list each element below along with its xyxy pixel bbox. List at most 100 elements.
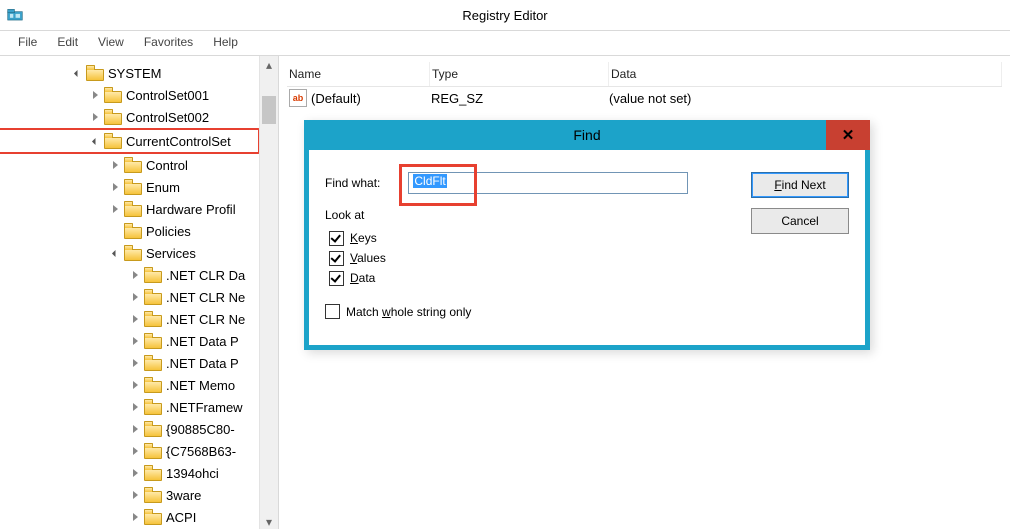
toggle-icon[interactable] xyxy=(128,312,142,326)
tree-node-enum[interactable]: Enum xyxy=(0,176,260,198)
tree-label: {90885C80- xyxy=(166,422,235,437)
folder-icon xyxy=(124,157,142,173)
main-split: SYSTEM ControlSet001 ControlSet002 Curre… xyxy=(0,56,1010,529)
menu-view[interactable]: View xyxy=(88,31,134,55)
tree-node-services[interactable]: Services xyxy=(0,242,260,264)
regedit-icon xyxy=(6,6,24,24)
checkbox-icon xyxy=(329,251,344,266)
tree-node-service[interactable]: .NET CLR Ne xyxy=(0,286,260,308)
folder-icon xyxy=(124,201,142,217)
tree-node-service[interactable]: {C7568B63- xyxy=(0,440,260,462)
toggle-icon[interactable] xyxy=(128,268,142,282)
menu-favorites[interactable]: Favorites xyxy=(134,31,203,55)
checkbox-icon xyxy=(329,231,344,246)
reg-sz-icon: ab xyxy=(289,89,307,107)
find-what-input[interactable]: CldFlt xyxy=(408,172,688,194)
col-header-type[interactable]: Type xyxy=(430,62,609,86)
toggle-icon[interactable] xyxy=(128,356,142,370)
toggle-icon[interactable] xyxy=(128,466,142,480)
tree-node-service[interactable]: .NET CLR Da xyxy=(0,264,260,286)
tree-label: .NETFramew xyxy=(166,400,243,415)
list-header: Name Type Data xyxy=(287,62,1002,87)
checkbox-icon xyxy=(329,271,344,286)
checkbox-values[interactable]: Values xyxy=(325,248,849,268)
toggle-icon[interactable] xyxy=(128,378,142,392)
folder-icon xyxy=(86,65,104,81)
tree-node-service[interactable]: 1394ohci xyxy=(0,462,260,484)
tree-node-service[interactable]: .NET Memo xyxy=(0,374,260,396)
folder-icon xyxy=(104,109,122,125)
tree-label: Control xyxy=(146,158,188,173)
checkbox-data[interactable]: Data xyxy=(325,268,849,288)
toggle-icon[interactable] xyxy=(108,202,122,216)
scroll-up-icon[interactable]: ▴ xyxy=(260,56,278,74)
close-icon: ✕ xyxy=(842,126,855,144)
tree-node-service[interactable]: .NET Data P xyxy=(0,330,260,352)
col-header-name[interactable]: Name xyxy=(287,62,430,86)
find-title-text: Find xyxy=(573,127,600,143)
button-label: ind Next xyxy=(782,178,826,192)
toggle-icon[interactable] xyxy=(88,110,102,124)
folder-icon xyxy=(144,289,162,305)
toggle-icon[interactable] xyxy=(128,488,142,502)
toggle-icon[interactable] xyxy=(108,180,122,194)
tree-node-service[interactable]: .NETFramew xyxy=(0,396,260,418)
folder-icon xyxy=(144,377,162,393)
tree-node-controlset001[interactable]: ControlSet001 xyxy=(0,84,260,106)
list-row[interactable]: ab (Default) REG_SZ (value not set) xyxy=(287,87,1002,109)
scroll-down-icon[interactable]: ▾ xyxy=(260,513,278,529)
value-name: (Default) xyxy=(311,91,361,106)
menu-help[interactable]: Help xyxy=(203,31,248,55)
folder-icon xyxy=(144,487,162,503)
toggle-icon[interactable] xyxy=(88,88,102,102)
toggle-icon[interactable] xyxy=(108,246,122,260)
toggle-icon[interactable] xyxy=(70,66,84,80)
tree-label: .NET Data P xyxy=(166,334,239,349)
checkbox-match-whole[interactable]: Match whole string only xyxy=(325,304,849,319)
tree-node-service[interactable]: .NET Data P xyxy=(0,352,260,374)
tree-label: CurrentControlSet xyxy=(126,134,231,149)
folder-icon xyxy=(124,245,142,261)
tree-node-service[interactable]: ACPI xyxy=(0,506,260,528)
toggle-icon[interactable] xyxy=(128,290,142,304)
cancel-button[interactable]: Cancel xyxy=(751,208,849,234)
toggle-icon[interactable] xyxy=(128,400,142,414)
toggle-icon[interactable] xyxy=(128,422,142,436)
tree-pane: SYSTEM ControlSet001 ControlSet002 Curre… xyxy=(0,56,279,529)
tree-node-service[interactable]: .NET CLR Ne xyxy=(0,308,260,330)
tree-node-hardware-profiles[interactable]: Hardware Profil xyxy=(0,198,260,220)
checkbox-label: alues xyxy=(357,251,386,265)
find-next-button[interactable]: Find Next xyxy=(751,172,849,198)
tree-label: .NET CLR Ne xyxy=(166,312,245,327)
folder-icon xyxy=(144,509,162,525)
scroll-thumb[interactable] xyxy=(262,96,276,124)
folder-icon xyxy=(124,223,142,239)
toggle-icon[interactable] xyxy=(108,158,122,172)
toggle-icon[interactable] xyxy=(128,510,142,524)
tree-scrollbar[interactable]: ▴ ▾ xyxy=(259,56,278,529)
menu-edit[interactable]: Edit xyxy=(47,31,88,55)
tree-node-control[interactable]: Control xyxy=(0,154,260,176)
checkbox-label: ata xyxy=(359,271,376,285)
find-titlebar[interactable]: Find ✕ xyxy=(304,120,870,150)
tree-label: ControlSet002 xyxy=(126,110,209,125)
menu-file[interactable]: File xyxy=(8,31,47,55)
close-button[interactable]: ✕ xyxy=(826,120,870,150)
folder-icon xyxy=(104,87,122,103)
toggle-icon[interactable] xyxy=(128,334,142,348)
toggle-icon[interactable] xyxy=(128,444,142,458)
tree-node-service[interactable]: {90885C80- xyxy=(0,418,260,440)
tree-node-system[interactable]: SYSTEM xyxy=(0,62,260,84)
col-header-data[interactable]: Data xyxy=(609,62,1002,86)
toggle-icon[interactable] xyxy=(88,134,102,148)
tree-node-currentcontrolset[interactable]: CurrentControlSet xyxy=(0,128,260,154)
tree-node-service[interactable]: 3ware xyxy=(0,484,260,506)
value-type: REG_SZ xyxy=(429,91,607,106)
tree-node-controlset002[interactable]: ControlSet002 xyxy=(0,106,260,128)
tree-label: .NET CLR Ne xyxy=(166,290,245,305)
folder-icon xyxy=(104,133,122,149)
tree-node-policies[interactable]: Policies xyxy=(0,220,260,242)
folder-icon xyxy=(144,355,162,371)
tree-label: {C7568B63- xyxy=(166,444,236,459)
tree-label: Hardware Profil xyxy=(146,202,236,217)
